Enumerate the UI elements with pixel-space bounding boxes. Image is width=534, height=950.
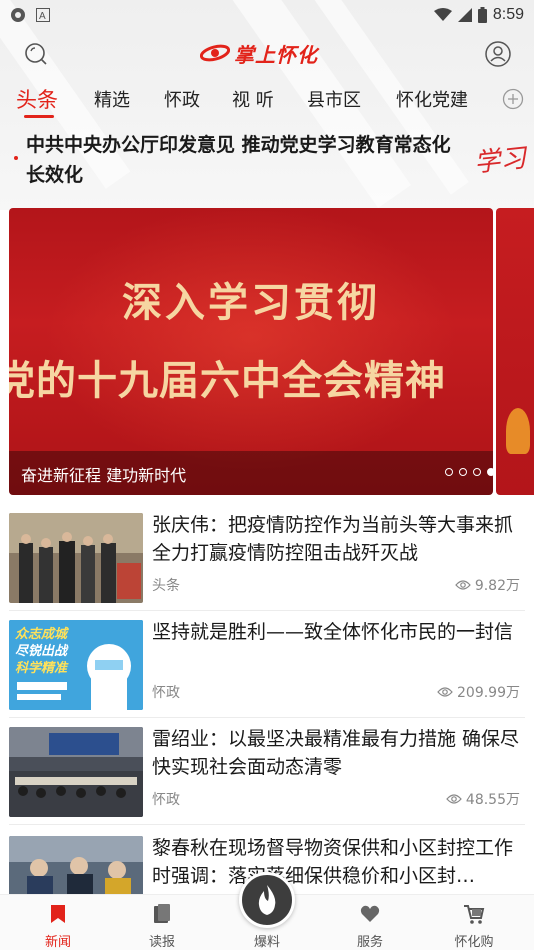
list-divider xyxy=(9,824,525,825)
headline-badge: 学习 xyxy=(472,143,528,179)
thumb-slogan-1: 众志成城 xyxy=(15,627,68,642)
shopping-cart-icon xyxy=(464,905,485,924)
headline-title: 中共中央办公厅印发意见 推动党史学习教育常态化长效化 xyxy=(26,134,451,186)
thumb-slogan-2: 尽锐出战 xyxy=(15,644,68,659)
nav-label: 服务 xyxy=(356,935,383,950)
list-divider xyxy=(9,610,525,611)
banner-title-line2: 党的十九届六中全会精神 xyxy=(9,357,446,404)
tab-government[interactable]: 怀政 xyxy=(164,86,200,112)
eye-icon xyxy=(446,794,462,804)
tab-video[interactable]: 视 听 xyxy=(232,86,274,112)
wifi-icon xyxy=(433,8,452,21)
eye-icon xyxy=(455,580,471,590)
news-views: 9.82万 xyxy=(455,575,520,595)
app-header: 掌上怀化 xyxy=(0,34,534,74)
news-views: 48.55万 xyxy=(446,789,520,809)
eye-icon xyxy=(437,687,453,697)
news-thumbnail: 众志成城 尽锐出战 科学精准 xyxy=(9,620,143,710)
headline-bullet xyxy=(14,156,18,160)
app-logo-text: 掌上怀化 xyxy=(234,42,318,67)
news-item[interactable]: 雷绍业：以最坚决最精准最有力措施 确保尽快实现社会面动态清零 怀政 48.55万 xyxy=(0,727,534,835)
signal-icon xyxy=(457,8,472,22)
news-source: 怀政 xyxy=(152,792,180,808)
nav-label: 新闻 xyxy=(44,935,71,950)
svg-text:A: A xyxy=(39,11,46,22)
logo-mark-icon xyxy=(200,44,230,62)
user-profile-icon[interactable] xyxy=(484,40,512,68)
channel-tabs: 头条 精选 怀政 视 听 县市区 怀化党建 xyxy=(0,84,534,120)
nav-label: 读报 xyxy=(148,935,175,950)
nav-label: 怀化购 xyxy=(454,935,494,950)
tab-counties[interactable]: 县市区 xyxy=(307,86,361,112)
news-thumbnail xyxy=(9,836,143,894)
heart-icon xyxy=(360,905,380,922)
active-tab-indicator xyxy=(24,115,54,118)
thumb-slogan-3: 科学精准 xyxy=(15,661,68,676)
banner-title-line1: 深入学习贯彻 xyxy=(122,279,380,326)
nav-shop[interactable]: 怀化购 xyxy=(434,895,514,950)
banner-carousel[interactable]: 深入学习贯彻 党的十九届六中全会精神 奋进新征程 建功新时代 xyxy=(9,208,493,495)
tip-off-fab[interactable] xyxy=(239,872,295,928)
news-thumbnail xyxy=(9,513,143,603)
news-view-count: 209.99万 xyxy=(457,685,520,701)
news-item[interactable]: 众志成城 尽锐出战 科学精准 坚持就是胜利——致全体怀化市民的一封信 怀政 20… xyxy=(0,620,534,728)
add-channel-icon[interactable] xyxy=(502,88,524,110)
news-title: 黎春秋在现场督导物资保供和小区封控工作时强调：落实落细保供稳价和小区封… xyxy=(152,837,514,887)
carousel-dot-active[interactable] xyxy=(487,468,493,476)
news-source: 怀政 xyxy=(152,685,180,701)
search-icon[interactable] xyxy=(22,40,50,68)
news-view-count: 9.82万 xyxy=(474,578,520,594)
banner-caption: 奋进新征程 建功新时代 xyxy=(21,466,187,485)
news-source: 头条 xyxy=(152,578,180,594)
carousel-dot[interactable] xyxy=(445,468,453,476)
news-title: 坚持就是胜利——致全体怀化市民的一封信 xyxy=(152,621,514,643)
app-logo: 掌上怀化 xyxy=(200,38,334,68)
news-thumbnail xyxy=(9,727,143,817)
tab-party-building[interactable]: 怀化党建 xyxy=(396,86,468,112)
tab-featured[interactable]: 精选 xyxy=(94,86,130,112)
news-title: 张庆伟：把疫情防控作为当前头等大事来抓 全力打赢疫情防控阻击战歼灭战 xyxy=(152,514,514,564)
flame-graphic xyxy=(506,408,530,454)
nav-services[interactable]: 服务 xyxy=(330,895,410,950)
newspaper-icon xyxy=(154,904,170,923)
top-headline[interactable]: 中共中央办公厅印发意见 推动党史学习教育常态化长效化 学习 xyxy=(0,128,534,192)
banner-next-preview[interactable] xyxy=(496,208,534,495)
news-view-count: 48.55万 xyxy=(465,792,520,808)
news-icon xyxy=(51,905,65,923)
news-item[interactable]: 张庆伟：把疫情防控作为当前头等大事来抓 全力打赢疫情防控阻击战歼灭战 头条 9.… xyxy=(0,513,534,621)
tab-headlines[interactable]: 头条 xyxy=(16,84,58,114)
carousel-dots xyxy=(445,468,493,476)
carousel-dot[interactable] xyxy=(473,468,481,476)
nav-news[interactable]: 新闻 xyxy=(18,895,98,950)
a-notification-icon: A xyxy=(36,8,50,22)
status-bar: A 8:59 xyxy=(0,0,534,30)
battery-icon xyxy=(477,7,487,23)
nav-label: 爆料 xyxy=(253,935,280,950)
status-time: 8:59 xyxy=(492,6,524,23)
list-divider xyxy=(9,717,525,718)
news-views: 209.99万 xyxy=(437,682,520,702)
nav-newspaper[interactable]: 读报 xyxy=(122,895,202,950)
carousel-dot[interactable] xyxy=(459,468,467,476)
flame-icon xyxy=(258,885,276,915)
settings-notification-icon xyxy=(11,8,25,22)
news-title: 雷绍业：以最坚决最精准最有力措施 确保尽快实现社会面动态清零 xyxy=(152,728,520,778)
